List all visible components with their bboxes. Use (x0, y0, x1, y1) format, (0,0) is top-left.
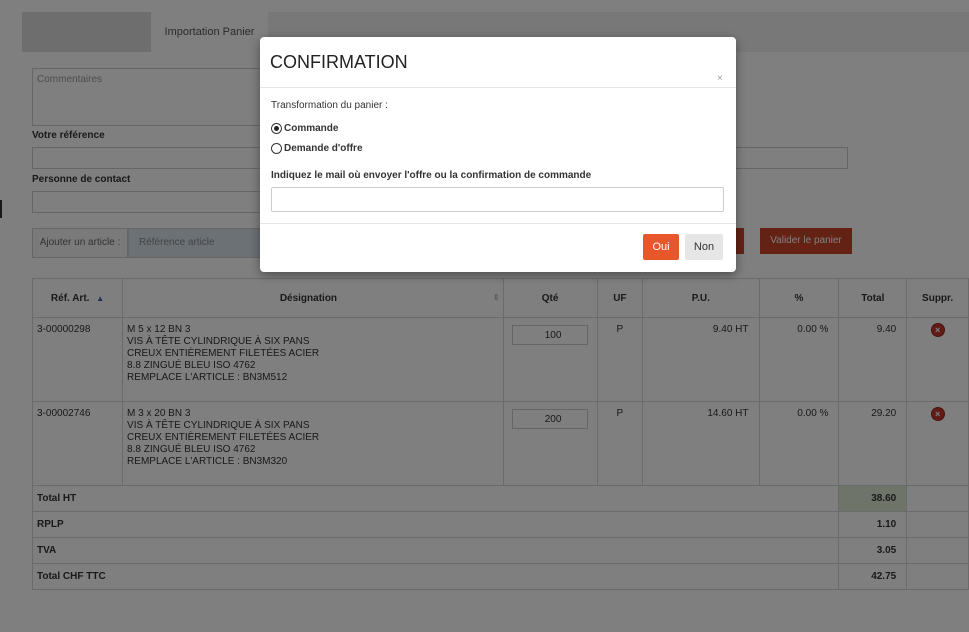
modal-title: CONFIRMATION (270, 52, 408, 72)
no-button[interactable]: Non (685, 234, 723, 260)
option-order-label: Commande (284, 123, 339, 135)
modal-divider (260, 223, 736, 224)
radio-unchecked-icon[interactable] (271, 143, 282, 154)
transform-label: Transformation du panier : (271, 100, 388, 111)
email-label: Indiquez le mail où envoyer l'offre ou l… (271, 170, 592, 181)
option-quote-label: Demande d'offre (284, 143, 363, 155)
radio-checked-icon[interactable] (271, 123, 282, 134)
option-order[interactable]: Commande (271, 123, 338, 134)
yes-button[interactable]: Oui (643, 234, 679, 260)
modal-divider (260, 87, 736, 88)
confirmation-modal: CONFIRMATION × Transformation du panier … (260, 37, 736, 272)
option-quote[interactable]: Demande d'offre (271, 143, 363, 154)
email-input[interactable] (271, 187, 724, 212)
close-icon[interactable]: × (717, 73, 723, 84)
